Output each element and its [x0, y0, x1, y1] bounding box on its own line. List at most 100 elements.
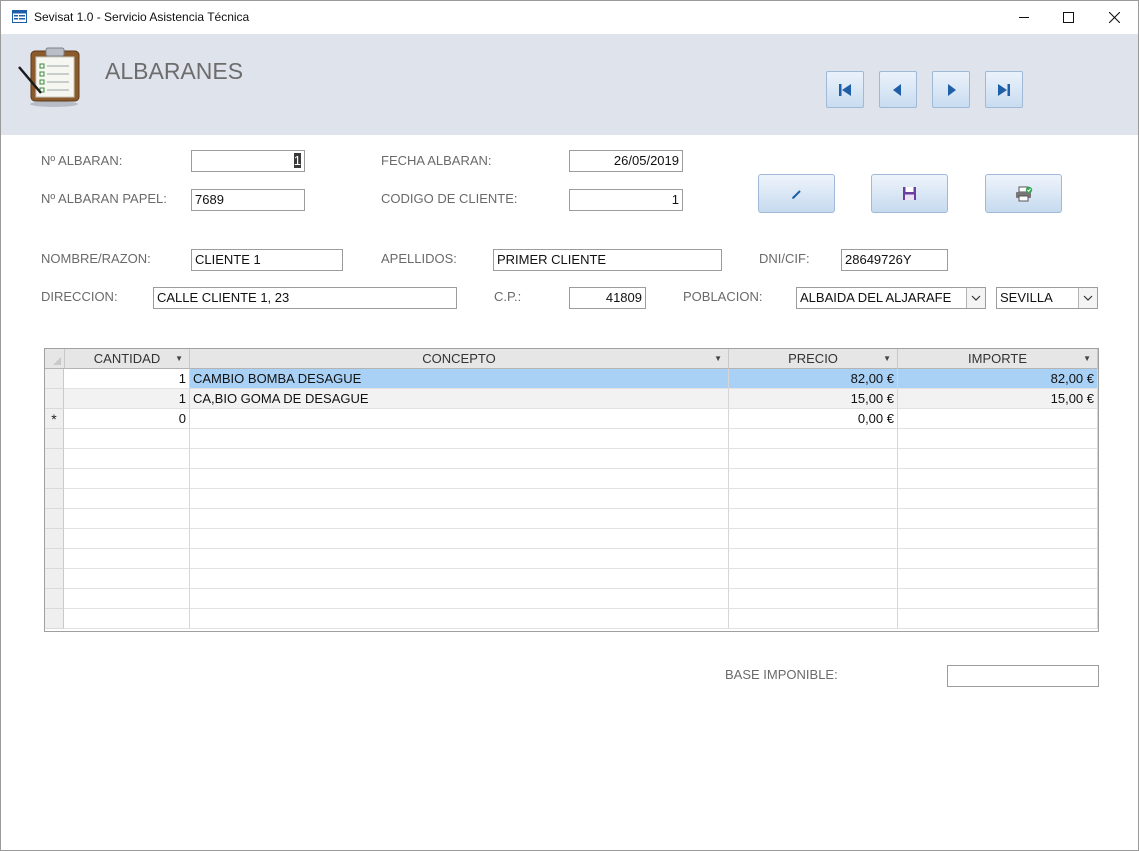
poblacion-label: POBLACION:: [683, 289, 763, 304]
empty-row: [45, 529, 1098, 549]
provincia-combo[interactable]: SEVILLA: [996, 287, 1098, 309]
poblacion-dropdown-button[interactable]: [966, 288, 985, 308]
dni-field[interactable]: 28649726Y: [841, 249, 948, 271]
window-title: Sevisat 1.0 - Servicio Asistencia Técnic…: [34, 10, 250, 24]
empty-row: [45, 429, 1098, 449]
empty-row: [45, 569, 1098, 589]
column-header-label: CONCEPTO: [422, 351, 496, 366]
n-albaran-papel-field[interactable]: 7689: [191, 189, 305, 211]
last-record-icon: [998, 83, 1010, 96]
importe-cell[interactable]: 15,00 €: [898, 389, 1098, 409]
maximize-icon: [1062, 12, 1074, 23]
poblacion-value: ALBAIDA DEL ALJARAFE: [800, 290, 952, 305]
table-row[interactable]: 1 CAMBIO BOMBA DESAGUE 82,00 € 82,00 €: [45, 369, 1098, 389]
close-button[interactable]: [1091, 1, 1137, 34]
apellidos-field[interactable]: PRIMER CLIENTE: [493, 249, 722, 271]
app-window: Sevisat 1.0 - Servicio Asistencia Técnic…: [0, 0, 1139, 851]
cp-field[interactable]: 41809: [569, 287, 646, 309]
empty-row: [45, 549, 1098, 569]
column-header-label: PRECIO: [788, 351, 838, 366]
sort-arrow-icon[interactable]: ▼: [883, 349, 891, 368]
concepto-cell[interactable]: CAMBIO BOMBA DESAGUE: [190, 369, 729, 389]
select-all-corner[interactable]: [45, 349, 65, 369]
prev-record-icon: [893, 83, 901, 96]
column-header-precio[interactable]: PRECIO ▼: [729, 349, 898, 369]
row-selector[interactable]: [45, 369, 64, 389]
n-albaran-value: 1: [293, 153, 301, 168]
nombre-field[interactable]: CLIENTE 1: [191, 249, 343, 271]
dni-label: DNI/CIF:: [759, 251, 810, 266]
print-icon: [1015, 186, 1032, 201]
empty-row: [45, 449, 1098, 469]
form-icon: [12, 10, 27, 23]
concepto-cell[interactable]: [190, 409, 729, 429]
sort-arrow-icon[interactable]: ▼: [175, 349, 183, 368]
last-record-button[interactable]: [985, 71, 1023, 108]
column-header-label: IMPORTE: [968, 351, 1027, 366]
precio-cell[interactable]: 82,00 €: [729, 369, 898, 389]
cantidad-cell[interactable]: 1: [64, 389, 190, 409]
column-header-importe[interactable]: IMPORTE ▼: [898, 349, 1098, 369]
concepto-cell[interactable]: CA,BIO GOMA DE DESAGUE: [190, 389, 729, 409]
minimize-icon: [1018, 17, 1029, 18]
chevron-down-icon: [1083, 295, 1093, 301]
clipboard-logo-icon: [18, 47, 80, 107]
detail-datasheet: CANTIDAD ▼ CONCEPTO ▼ PRECIO ▼ IMPORTE ▼ 1 C…: [44, 348, 1099, 632]
title-bar: Sevisat 1.0 - Servicio Asistencia Técnic…: [1, 1, 1138, 34]
empty-row: [45, 469, 1098, 489]
precio-cell[interactable]: 0,00 €: [729, 409, 898, 429]
apellidos-label: APELLIDOS:: [381, 251, 457, 266]
sort-arrow-icon[interactable]: ▼: [1083, 349, 1091, 368]
corner-triangle-icon: [53, 357, 61, 365]
codigo-cliente-field[interactable]: 1: [569, 189, 683, 211]
print-button[interactable]: [985, 174, 1062, 213]
n-albaran-field[interactable]: 1: [191, 150, 305, 172]
column-header-concepto[interactable]: CONCEPTO ▼: [190, 349, 729, 369]
prev-record-button[interactable]: [879, 71, 917, 108]
minimize-button[interactable]: [1001, 1, 1047, 34]
save-button[interactable]: [871, 174, 948, 213]
column-header-label: CANTIDAD: [93, 351, 161, 366]
close-icon: [1108, 12, 1120, 23]
n-albaran-papel-label: Nº ALBARAN PAPEL:: [41, 191, 167, 206]
n-albaran-label: Nº ALBARAN:: [41, 153, 123, 168]
codigo-cliente-label: CODIGO DE CLIENTE:: [381, 191, 518, 206]
cp-label: C.P.:: [494, 289, 522, 304]
importe-cell[interactable]: 82,00 €: [898, 369, 1098, 389]
row-selector[interactable]: [45, 389, 64, 409]
save-icon: [903, 187, 916, 200]
precio-cell[interactable]: 15,00 €: [729, 389, 898, 409]
fecha-albaran-field[interactable]: 26/05/2019: [569, 150, 683, 172]
fecha-albaran-label: FECHA ALBARAN:: [381, 153, 492, 168]
poblacion-combo[interactable]: ALBAIDA DEL ALJARAFE: [796, 287, 986, 309]
column-header-cantidad[interactable]: CANTIDAD ▼: [65, 349, 190, 369]
form-header: ALBARANES: [1, 34, 1138, 135]
new-record-marker[interactable]: *: [45, 409, 64, 429]
chevron-down-icon: [971, 295, 981, 301]
direccion-label: DIRECCION:: [41, 289, 118, 304]
next-record-button[interactable]: [932, 71, 970, 108]
maximize-button[interactable]: [1045, 1, 1091, 34]
next-record-icon: [948, 83, 956, 96]
importe-cell[interactable]: [898, 409, 1098, 429]
edit-icon: [791, 189, 801, 199]
table-row[interactable]: 1 CA,BIO GOMA DE DESAGUE 15,00 € 15,00 €: [45, 389, 1098, 409]
nombre-label: NOMBRE/RAZON:: [41, 251, 151, 266]
first-record-button[interactable]: [826, 71, 864, 108]
base-imponible-label: BASE IMPONIBLE:: [725, 667, 838, 682]
direccion-field[interactable]: CALLE CLIENTE 1, 23: [153, 287, 457, 309]
empty-row: [45, 609, 1098, 629]
empty-row: [45, 509, 1098, 529]
first-record-icon: [839, 83, 851, 96]
provincia-dropdown-button[interactable]: [1078, 288, 1097, 308]
empty-row: [45, 489, 1098, 509]
edit-button[interactable]: [758, 174, 835, 213]
sort-arrow-icon[interactable]: ▼: [714, 349, 722, 368]
new-record-row[interactable]: * 0 0,00 €: [45, 409, 1098, 429]
empty-row: [45, 589, 1098, 609]
cantidad-cell[interactable]: 0: [64, 409, 190, 429]
page-title: ALBARANES: [105, 58, 244, 84]
cantidad-cell[interactable]: 1: [64, 369, 190, 389]
provincia-value: SEVILLA: [1000, 290, 1053, 305]
base-imponible-field[interactable]: [947, 665, 1099, 687]
